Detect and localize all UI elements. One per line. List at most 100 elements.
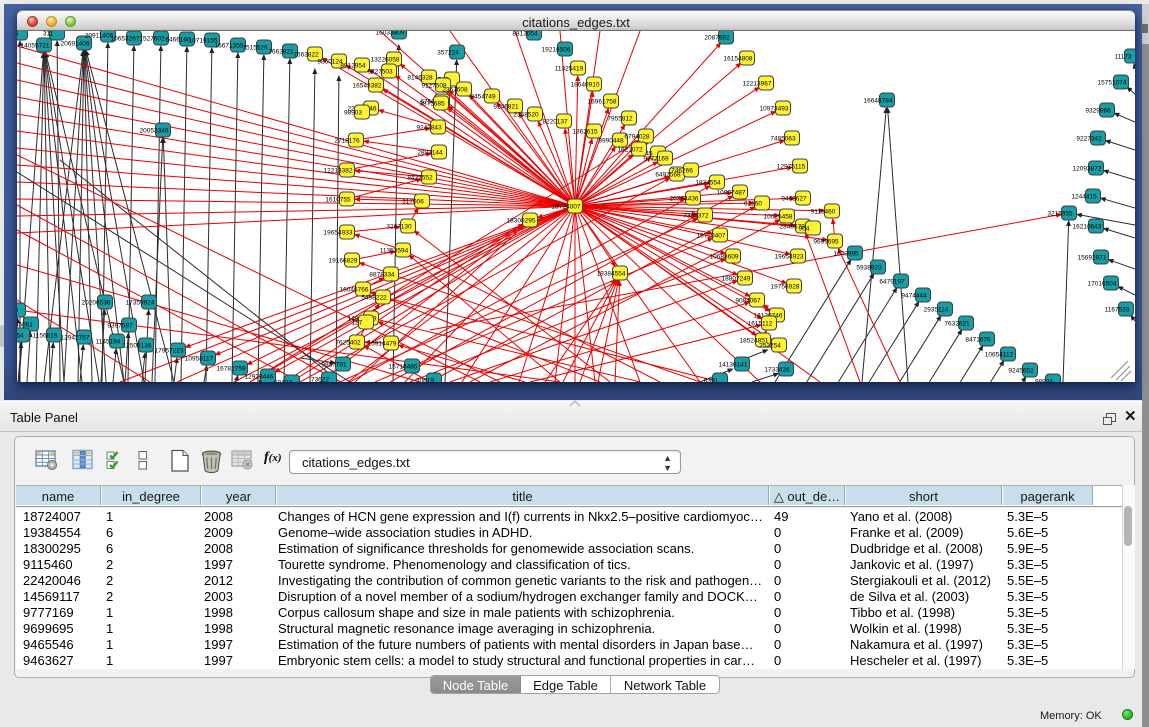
svg-text:5498222: 5498222: [361, 295, 387, 302]
svg-text:904: 904: [799, 226, 810, 233]
svg-text:10807487: 10807487: [717, 190, 746, 197]
svg-text:18724007: 18724007: [552, 204, 581, 211]
svg-text:16914479: 16914479: [368, 341, 397, 348]
svg-text:12975115: 12975115: [777, 164, 806, 171]
svg-text:357224: 357224: [437, 50, 459, 57]
svg-text:6466160: 6466160: [165, 37, 191, 44]
svg-text:8912954: 8912954: [340, 63, 366, 70]
svg-text:17359924: 17359924: [126, 300, 155, 307]
svg-text:2718176: 2718176: [334, 138, 360, 145]
svg-text:11173: 11173: [1114, 54, 1131, 61]
svg-text:19384554: 19384554: [597, 271, 626, 278]
svg-text:98903: 98903: [344, 110, 362, 117]
svg-text:8471676: 8471676: [965, 337, 991, 344]
svg-text:12505135: 12505135: [123, 343, 152, 350]
svg-text:8990448: 8990448: [598, 138, 624, 145]
svg-text:9474444: 9474444: [901, 293, 927, 300]
svg-text:16671355: 16671355: [215, 43, 244, 50]
svg-text:252254: 252254: [759, 343, 781, 350]
svg-text:10654112: 10654112: [985, 352, 1014, 359]
svg-text:2803144: 2803144: [417, 150, 443, 157]
svg-text:15692971: 15692971: [1078, 255, 1107, 262]
svg-text:7955812: 7955812: [607, 116, 633, 123]
svg-text:1733426: 1733426: [764, 367, 790, 374]
svg-text:8454749: 8454749: [470, 94, 496, 101]
svg-text:8878334: 8878334: [369, 272, 395, 279]
svg-text:9860124: 9860124: [317, 59, 343, 66]
svg-text:11325419: 11325419: [555, 66, 584, 73]
svg-text:7663821: 7663821: [268, 49, 294, 56]
svg-text:1527602: 1527602: [139, 36, 165, 43]
svg-text:12213382: 12213382: [324, 168, 353, 175]
svg-text:1610755: 1610755: [325, 197, 351, 204]
svg-text:12942757: 12942757: [61, 335, 90, 342]
svg-text:9242843: 9242843: [416, 125, 442, 132]
svg-text:1145194: 1145194: [96, 339, 121, 346]
svg-text:3267130: 3267130: [386, 224, 412, 231]
svg-text:317006: 317006: [402, 199, 424, 206]
svg-text:746266: 746266: [671, 168, 693, 175]
svg-text:7515526: 7515526: [242, 45, 268, 52]
svg-text:1244415: 1244415: [1071, 194, 1097, 201]
svg-text:17016504: 17016504: [1088, 281, 1117, 288]
svg-text:19654923: 19654923: [775, 254, 804, 261]
svg-text:16046766: 16046766: [340, 287, 369, 294]
svg-text:2358520: 2358520: [513, 112, 539, 119]
svg-text:10719155: 10719155: [189, 38, 218, 45]
svg-text:5938923: 5938923: [856, 265, 882, 272]
svg-text:10973493: 10973493: [760, 106, 789, 113]
svg-text:16033809: 16033809: [376, 31, 405, 37]
svg-text:311: 311: [43, 31, 54, 38]
svg-text:3215955: 3215955: [1047, 211, 1073, 218]
svg-text:1615112: 1615112: [748, 321, 773, 328]
svg-text:2087682: 2087682: [704, 35, 730, 42]
svg-text:20364436: 20364436: [670, 196, 699, 203]
svg-text:9699695: 9699695: [813, 239, 839, 246]
svg-text:1824554: 1824554: [695, 180, 721, 187]
svg-text:16543382: 16543382: [353, 83, 382, 90]
svg-text:127: 127: [352, 320, 363, 327]
svg-text:7632621: 7632621: [944, 321, 970, 328]
svg-text:10025458: 10025458: [764, 214, 793, 221]
svg-text:16961758: 16961758: [588, 99, 617, 106]
svg-text:17957223: 17957223: [155, 348, 184, 355]
svg-text:15716485: 15716485: [389, 364, 418, 371]
svg-text:14055721: 14055721: [21, 43, 50, 50]
svg-text:19166829: 19166829: [329, 258, 358, 265]
svg-text:939154: 939154: [17, 333, 24, 340]
svg-text:9857791: 9857791: [321, 362, 347, 369]
svg-text:6794028: 6794028: [624, 134, 650, 141]
svg-text:8391: 8391: [704, 378, 719, 383]
svg-text:11353594: 11353594: [380, 248, 409, 255]
svg-text:16154808: 16154808: [724, 56, 753, 63]
svg-text:15751074: 15751074: [1098, 80, 1127, 87]
svg-text:9777169: 9777169: [643, 156, 669, 163]
svg-text:1362615: 1362615: [572, 129, 598, 136]
svg-text:9146821: 9146821: [493, 104, 519, 111]
svg-text:18300295: 18300295: [507, 218, 536, 225]
svg-text:9329966: 9329966: [1085, 108, 1111, 115]
svg-text:20053346: 20053346: [140, 128, 169, 135]
svg-text:9245652: 9245652: [1008, 368, 1034, 375]
svg-text:20911406: 20911406: [85, 33, 114, 40]
svg-text:8427552: 8427552: [407, 175, 433, 182]
svg-text:18807249: 18807249: [722, 276, 751, 283]
svg-text:62160: 62160: [744, 201, 762, 208]
svg-text:12093872: 12093872: [1073, 166, 1102, 173]
svg-text:10688609: 10688609: [710, 254, 739, 261]
svg-text:19654933: 19654933: [324, 230, 353, 237]
svg-text:8220137: 8220137: [542, 119, 568, 126]
svg-text:12213967: 12213967: [743, 81, 772, 88]
svg-text:7386372: 7386372: [683, 213, 709, 220]
svg-text:2935114: 2935114: [924, 307, 949, 314]
svg-text:20619: 20619: [416, 378, 434, 383]
svg-text:9084067: 9084067: [735, 298, 761, 305]
svg-text:9227342: 9227342: [1076, 136, 1102, 143]
svg-text:16648784: 16648784: [864, 98, 893, 105]
svg-text:9397587: 9397587: [107, 323, 133, 330]
svg-text:1621072: 1621072: [617, 147, 643, 154]
svg-text:6479197: 6479197: [879, 279, 905, 286]
svg-text:69123: 69123: [274, 380, 292, 383]
svg-text:10653267: 10653267: [111, 36, 140, 43]
svg-text:18640910: 18640910: [571, 82, 600, 89]
